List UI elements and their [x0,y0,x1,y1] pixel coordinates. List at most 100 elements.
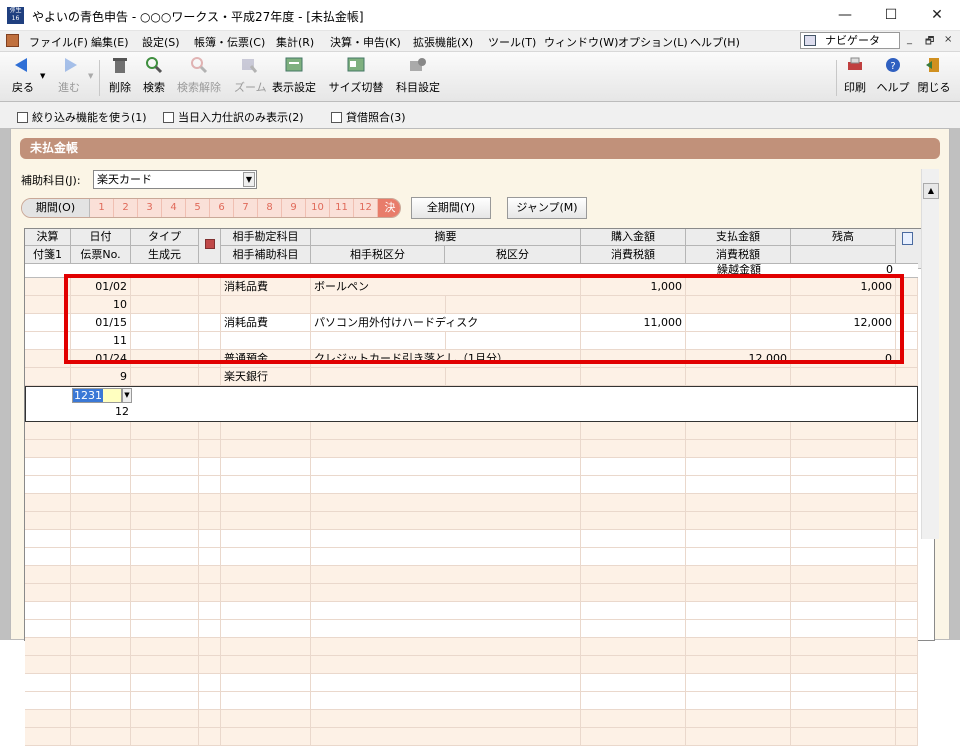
empty-cell[interactable] [221,674,311,692]
back-button[interactable]: 戻る [8,56,38,95]
empty-row[interactable] [25,692,918,710]
empty-cell[interactable] [311,656,581,674]
menu-options[interactable]: オプション(L) [618,34,688,50]
reconcile-checkbox[interactable]: 貸借照合(3) [331,109,406,125]
cell-purchase[interactable] [581,296,686,314]
empty-row[interactable] [25,638,918,656]
empty-cell[interactable] [311,530,581,548]
forward-button[interactable]: 進む [54,56,84,95]
empty-cell[interactable] [71,710,131,728]
empty-cell[interactable] [791,440,896,458]
table-row[interactable]: 01/24 普通預金 クレジットカード引き落とし（1月分） 12,000 0 [25,350,918,368]
empty-cell[interactable] [25,728,71,746]
empty-cell[interactable] [131,656,199,674]
empty-cell[interactable] [131,422,199,440]
cell-date[interactable]: 01/02 [71,278,131,296]
menu-totals[interactable]: 集計(R) [276,34,314,50]
empty-cell[interactable] [311,566,581,584]
empty-cell[interactable] [199,620,221,638]
cell-purchase[interactable] [581,368,686,386]
mdi-minimize-button[interactable]: _ [907,34,912,45]
empty-cell[interactable] [686,566,791,584]
empty-cell[interactable] [25,584,71,602]
empty-cell[interactable] [199,584,221,602]
empty-cell[interactable] [199,638,221,656]
empty-cell[interactable] [791,530,896,548]
empty-cell[interactable] [199,674,221,692]
cell-type[interactable] [131,350,199,368]
month-7[interactable]: 7 [234,199,258,217]
empty-row[interactable] [25,566,918,584]
month-9[interactable]: 9 [282,199,306,217]
empty-cell[interactable] [25,638,71,656]
empty-cell[interactable] [896,620,918,638]
empty-cell[interactable] [221,530,311,548]
cell-notes[interactable] [896,296,918,314]
empty-cell[interactable] [896,602,918,620]
cell-date[interactable]: 01/24 [71,350,131,368]
empty-cell[interactable] [221,692,311,710]
empty-cell[interactable] [131,548,199,566]
empty-cell[interactable] [131,440,199,458]
maximize-button[interactable]: ☐ [868,0,914,31]
cell-payment[interactable] [686,314,791,332]
empty-row[interactable] [25,620,918,638]
empty-cell[interactable] [25,530,71,548]
cell-type[interactable] [131,296,199,314]
search-button[interactable]: 検索 [140,56,168,95]
today-only-checkbox[interactable]: 当日入力仕訳のみ表示(2) [163,109,304,125]
table-row[interactable]: 01/02 消耗品費 ボールペン 1,000 1,000 [25,278,918,296]
scroll-up-icon[interactable]: ▲ [923,183,939,199]
print-button[interactable]: 印刷 [840,56,870,95]
empty-cell[interactable] [686,476,791,494]
empty-cell[interactable] [791,674,896,692]
cell-purchase[interactable] [581,350,686,368]
empty-cell[interactable] [791,566,896,584]
mdi-restore-button[interactable]: 🗗 [925,34,934,51]
empty-row[interactable] [25,656,918,674]
empty-cell[interactable] [791,656,896,674]
cell-date[interactable]: 9 [71,368,131,386]
cell-fusen[interactable] [25,350,71,368]
empty-cell[interactable] [686,458,791,476]
empty-row[interactable] [25,710,918,728]
empty-cell[interactable] [581,512,686,530]
empty-cell[interactable] [25,710,71,728]
menu-window[interactable]: ウィンドウ(W) [544,34,618,50]
cell-payment[interactable] [686,278,791,296]
empty-cell[interactable] [791,422,896,440]
cell-type[interactable] [131,314,199,332]
empty-cell[interactable] [221,548,311,566]
empty-cell[interactable] [221,710,311,728]
cell-type[interactable] [131,368,199,386]
empty-cell[interactable] [581,710,686,728]
empty-cell[interactable] [581,692,686,710]
cell-purchase[interactable] [581,332,686,350]
cell-balance[interactable] [791,296,896,314]
filter-checkbox[interactable]: 絞り込み機能を使う(1) [17,109,147,125]
empty-cell[interactable] [221,512,311,530]
empty-cell[interactable] [311,710,581,728]
empty-cell[interactable] [686,638,791,656]
empty-cell[interactable] [581,656,686,674]
empty-cell[interactable] [896,584,918,602]
empty-cell[interactable] [581,530,686,548]
empty-cell[interactable] [686,674,791,692]
empty-cell[interactable] [131,566,199,584]
back-dropdown-icon[interactable]: ▼ [40,72,45,80]
empty-cell[interactable] [71,440,131,458]
empty-cell[interactable] [791,512,896,530]
empty-cell[interactable] [791,638,896,656]
empty-cell[interactable] [311,476,581,494]
empty-cell[interactable] [311,440,581,458]
empty-row[interactable] [25,512,918,530]
checkbox-box[interactable] [17,112,28,123]
cell-fusen[interactable] [25,332,71,350]
month-2[interactable]: 2 [114,199,138,217]
checkbox-box[interactable] [163,112,174,123]
empty-cell[interactable] [199,530,221,548]
empty-cell[interactable] [686,548,791,566]
size-switch-button[interactable]: サイズ切替 [328,56,384,95]
cell-date[interactable]: 01/15 [71,314,131,332]
cell-memo[interactable] [199,332,221,350]
